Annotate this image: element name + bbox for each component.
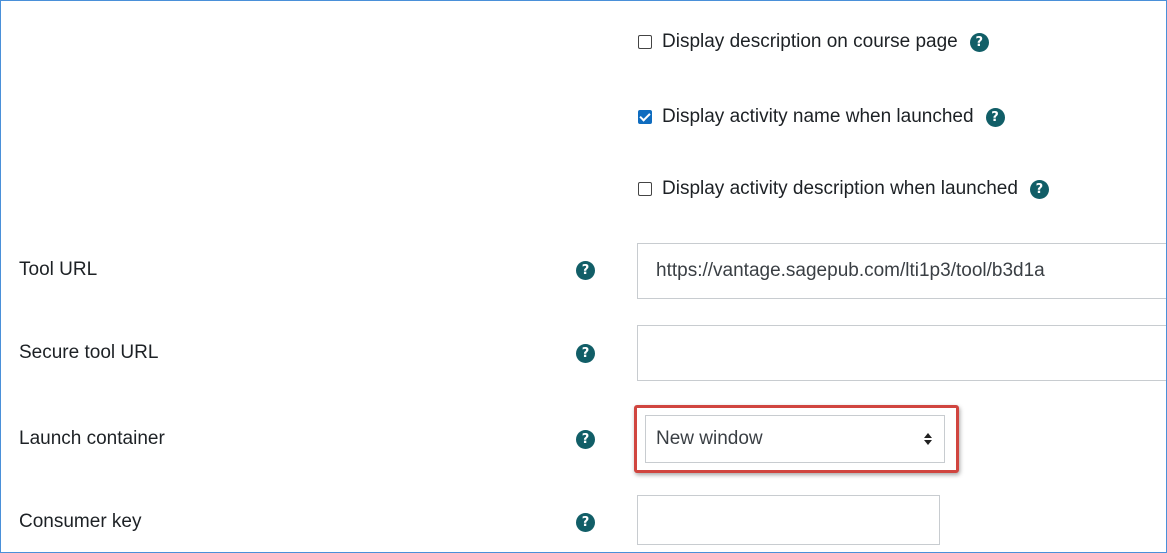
checkbox-label-display-activity-description: Display activity description when launch… — [662, 178, 1018, 199]
checkbox-label-display-activity-name: Display activity name when launched — [662, 106, 974, 127]
launch-container-label: Launch container — [19, 428, 165, 449]
secure-tool-url-input[interactable] — [637, 325, 1166, 381]
launch-container-highlight: New window — [634, 405, 959, 473]
launch-container-select[interactable]: New window — [645, 415, 945, 463]
tool-url-label: Tool URL — [19, 259, 98, 280]
consumer-key-input[interactable] — [637, 495, 940, 545]
checkbox-row-activity-description[interactable]: Display activity description when launch… — [638, 178, 1049, 200]
checkbox-display-activity-description[interactable] — [638, 182, 652, 196]
secure-tool-url-label: Secure tool URL — [19, 342, 159, 363]
checkbox-row-description-course-page[interactable]: Display description on course page ? — [638, 31, 989, 53]
checkbox-display-description[interactable] — [638, 35, 652, 49]
help-icon[interactable]: ? — [576, 261, 595, 280]
help-icon[interactable]: ? — [576, 344, 595, 363]
help-icon[interactable]: ? — [969, 32, 989, 52]
consumer-key-label: Consumer key — [19, 511, 142, 532]
checkbox-label-display-description: Display description on course page — [662, 31, 958, 52]
checkbox-display-activity-name[interactable] — [638, 110, 652, 124]
help-icon[interactable]: ? — [576, 430, 595, 449]
help-icon[interactable]: ? — [1029, 179, 1049, 199]
checkbox-row-activity-name[interactable]: Display activity name when launched ? — [638, 106, 1005, 128]
tool-url-input[interactable]: https://vantage.sagepub.com/lti1p3/tool/… — [637, 243, 1166, 299]
launch-container-selected-value: New window — [656, 428, 763, 449]
help-icon[interactable]: ? — [985, 107, 1005, 127]
tool-url-value: https://vantage.sagepub.com/lti1p3/tool/… — [656, 260, 1045, 281]
select-arrows-icon — [924, 433, 932, 445]
settings-form: Display description on course page ? Dis… — [0, 0, 1167, 553]
help-icon[interactable]: ? — [576, 513, 595, 532]
